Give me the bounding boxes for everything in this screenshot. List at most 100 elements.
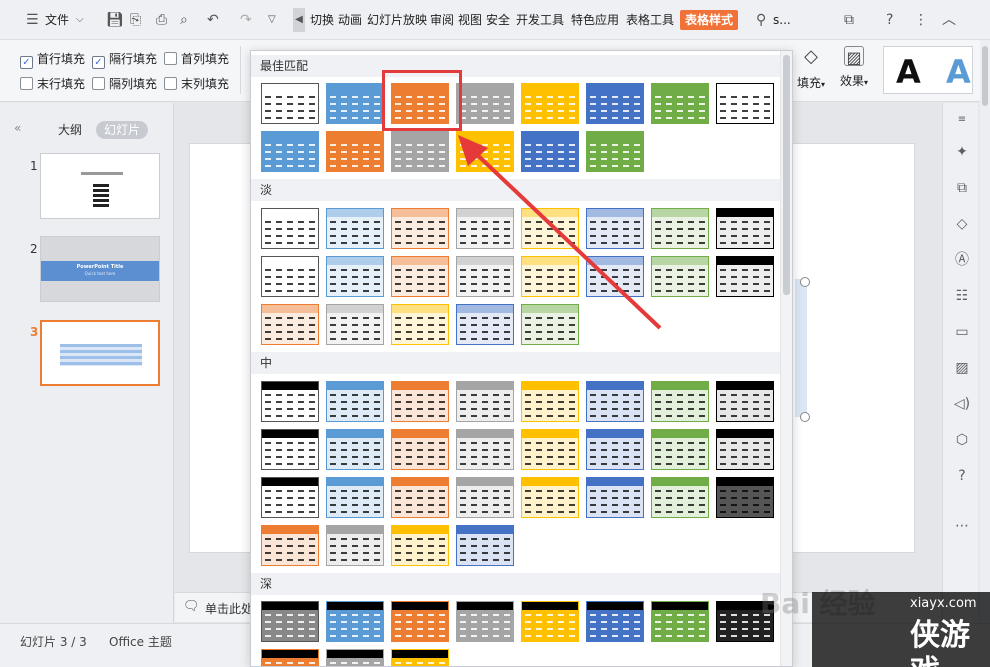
table-style-option[interactable] <box>456 381 514 422</box>
search-icon[interactable]: ⚲ <box>756 10 766 30</box>
table-style-option[interactable] <box>586 381 644 422</box>
table-style-option[interactable] <box>651 381 709 422</box>
option-last-column[interactable]: 末列填充 <box>164 75 229 93</box>
checkbox-checked-icon[interactable]: ✓ <box>20 56 33 69</box>
table-style-option[interactable] <box>456 256 514 297</box>
table-style-option[interactable] <box>521 131 579 172</box>
tab-transition[interactable]: 切换 <box>310 10 334 30</box>
text-style-blue-a[interactable]: A <box>946 53 971 91</box>
table-style-option[interactable] <box>716 381 774 422</box>
checkbox-checked-icon[interactable]: ✓ <box>92 56 105 69</box>
table-style-option[interactable] <box>261 601 319 642</box>
more-tools-icon[interactable]: ⋯ <box>953 517 971 535</box>
file-menu[interactable]: 文件 <box>45 10 69 30</box>
tab-security[interactable]: 安全 <box>486 10 510 30</box>
table-style-option[interactable] <box>261 256 319 297</box>
table-style-option[interactable] <box>521 208 579 249</box>
table-style-option[interactable] <box>521 256 579 297</box>
table-style-option[interactable] <box>326 304 384 345</box>
tab-special-apps[interactable]: 特色应用 <box>571 10 619 30</box>
image-icon[interactable]: ▨ <box>953 359 971 377</box>
table-style-option[interactable] <box>521 477 579 518</box>
redo-icon[interactable]: ↷ <box>240 10 252 30</box>
table-style-option[interactable] <box>391 525 449 566</box>
table-style-option[interactable] <box>261 131 319 172</box>
notes-placeholder[interactable]: 单击此处 <box>205 600 253 617</box>
checkbox-icon[interactable] <box>164 52 177 65</box>
quick-access-dropdown-icon[interactable]: ▽ <box>268 10 276 30</box>
table-style-option[interactable] <box>391 649 449 666</box>
archive-icon[interactable]: ▭ <box>953 323 971 341</box>
layout-icon[interactable]: ⧉ <box>953 179 971 197</box>
help-icon[interactable]: ? <box>886 10 893 30</box>
slide-thumbnail-1[interactable] <box>40 153 160 219</box>
option-last-row[interactable]: 末行填充 <box>20 75 85 93</box>
table-style-option[interactable] <box>326 525 384 566</box>
table-style-option[interactable] <box>716 477 774 518</box>
table-style-option[interactable] <box>456 131 514 172</box>
shapes-icon[interactable]: ◇ <box>953 215 971 233</box>
table-style-option[interactable] <box>261 83 319 124</box>
theme-name[interactable]: Office 主题 <box>109 633 172 650</box>
option-banded-rows[interactable]: ✓ 隔行填充 <box>92 50 157 69</box>
table-style-option[interactable] <box>651 83 709 124</box>
table-style-option[interactable] <box>586 131 644 172</box>
table-style-option[interactable] <box>326 429 384 470</box>
help-circle-icon[interactable]: ? <box>953 467 971 485</box>
table-style-option[interactable] <box>326 601 384 642</box>
sidebar-handle-icon[interactable]: ≡ <box>953 111 971 129</box>
table-style-option[interactable] <box>651 208 709 249</box>
shield-icon[interactable]: ⬡ <box>953 431 971 449</box>
chevron-down-icon[interactable]: ⌵ <box>76 10 84 30</box>
table-style-option[interactable] <box>456 601 514 642</box>
table-style-option[interactable] <box>651 429 709 470</box>
table-style-option[interactable] <box>456 429 514 470</box>
table-style-option[interactable] <box>391 208 449 249</box>
checkbox-icon[interactable] <box>92 77 105 90</box>
table-style-option[interactable] <box>391 131 449 172</box>
option-first-row[interactable]: ✓ 首行填充 <box>20 50 85 69</box>
audio-icon[interactable]: ◁) <box>953 395 971 413</box>
table-style-option[interactable] <box>716 208 774 249</box>
table-style-option[interactable] <box>391 256 449 297</box>
table-style-option[interactable] <box>716 83 774 124</box>
table-style-option[interactable] <box>326 256 384 297</box>
table-style-option[interactable] <box>521 381 579 422</box>
tab-developer[interactable]: 开发工具 <box>516 10 564 30</box>
adjust-icon[interactable]: ☷ <box>953 287 971 305</box>
more-icon[interactable]: ⋮ <box>914 10 928 30</box>
option-banded-columns[interactable]: 隔列填充 <box>92 75 157 93</box>
table-style-option[interactable] <box>261 429 319 470</box>
resize-handle[interactable] <box>800 277 810 287</box>
table-style-option[interactable] <box>521 429 579 470</box>
share-icon[interactable]: ⧉ <box>844 10 854 30</box>
option-first-column[interactable]: 首列填充 <box>164 50 229 68</box>
table-style-option[interactable] <box>521 601 579 642</box>
table-style-option[interactable] <box>521 83 579 124</box>
slide-thumbnail-3[interactable] <box>40 320 160 386</box>
table-style-option[interactable] <box>391 601 449 642</box>
tab-outline[interactable]: 大纲 <box>50 121 90 139</box>
table-style-option[interactable] <box>326 208 384 249</box>
table-style-option[interactable] <box>651 601 709 642</box>
table-style-option[interactable] <box>391 429 449 470</box>
tab-review[interactable]: 审阅 <box>430 10 454 30</box>
table-style-option[interactable] <box>456 83 514 124</box>
table-style-option[interactable] <box>326 131 384 172</box>
tabs-scroll-left-icon[interactable]: ◀ <box>293 8 305 32</box>
table-style-option[interactable] <box>326 83 384 124</box>
table-style-option[interactable] <box>456 304 514 345</box>
table-style-option[interactable] <box>586 429 644 470</box>
gallery-scroll-thumb[interactable] <box>783 55 790 295</box>
gallery-scrollbar[interactable] <box>780 51 792 666</box>
table-style-option[interactable] <box>261 381 319 422</box>
table-style-option[interactable] <box>391 381 449 422</box>
table-style-option[interactable] <box>586 208 644 249</box>
table-style-option[interactable] <box>586 83 644 124</box>
tab-table-tools[interactable]: 表格工具 <box>626 10 674 30</box>
hamburger-icon[interactable]: ☰ <box>26 10 39 30</box>
tab-view[interactable]: 视图 <box>458 10 482 30</box>
table-style-option[interactable] <box>261 649 319 666</box>
table-style-option[interactable] <box>586 477 644 518</box>
table-style-option[interactable] <box>586 601 644 642</box>
